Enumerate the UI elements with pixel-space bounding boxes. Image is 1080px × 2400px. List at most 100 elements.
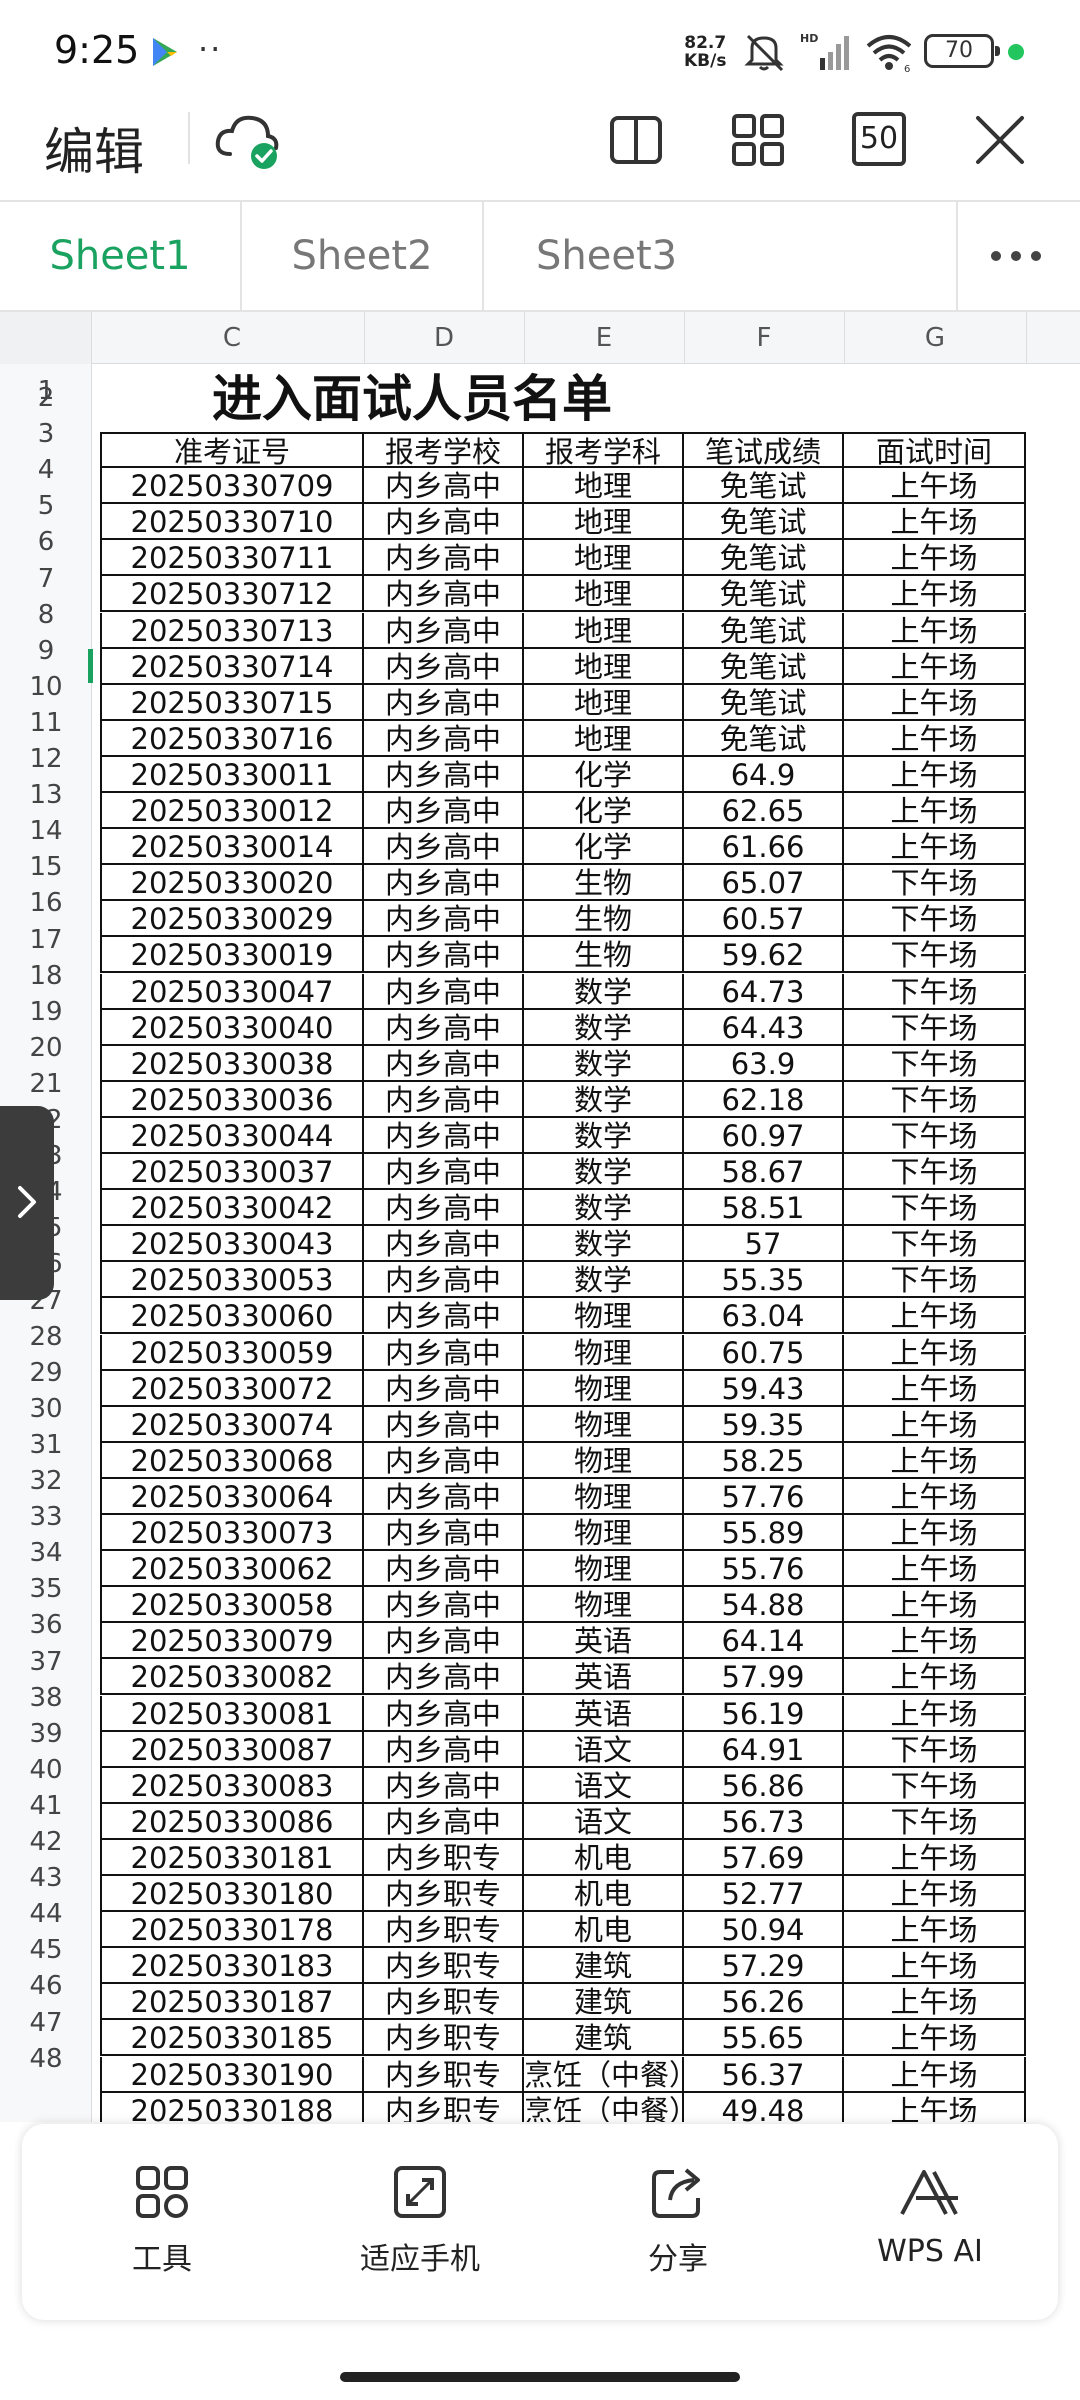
table-cell[interactable]: 52.77 xyxy=(684,1876,844,1912)
table-cell[interactable]: 语文 xyxy=(524,1803,684,1840)
row-header[interactable]: 33 xyxy=(0,1499,92,1535)
table-cell[interactable]: 下午场 xyxy=(844,973,1026,1010)
tab-sheet2[interactable]: Sheet2 xyxy=(242,202,482,310)
table-cell[interactable]: 上午场 xyxy=(844,648,1026,685)
table-cell[interactable]: 物理 xyxy=(524,1334,684,1371)
table-cell[interactable]: 英语 xyxy=(524,1695,684,1732)
table-cell[interactable]: 地理 xyxy=(524,468,684,505)
row-header[interactable]: 39 xyxy=(0,1716,92,1752)
row-header[interactable]: 20 xyxy=(0,1030,92,1066)
table-cell[interactable]: 物理 xyxy=(524,1587,684,1624)
table-cell[interactable]: 免笔试 xyxy=(684,468,844,505)
table-cell[interactable]: 建筑 xyxy=(524,1984,684,2021)
table-cell[interactable]: 内乡高中 xyxy=(364,1262,524,1299)
table-cell[interactable]: 上午场 xyxy=(844,1948,1026,1985)
table-cell[interactable]: 20250330715 xyxy=(100,684,364,721)
table-cell[interactable]: 54.88 xyxy=(684,1587,844,1624)
table-cell[interactable]: 61.66 xyxy=(684,829,844,866)
table-cell[interactable]: 物理 xyxy=(524,1370,684,1407)
spreadsheet-grid[interactable]: C D E F G 1 2 3 4 5 6 7 8 9 10 11 12 13 14 15 16 17 18 19… xyxy=(0,312,1080,2122)
table-cell[interactable]: 内乡高中 xyxy=(364,1370,524,1407)
table-cell[interactable]: 下午场 xyxy=(844,937,1026,974)
table-cell[interactable]: 20250330014 xyxy=(100,829,364,866)
row-header[interactable]: 41 xyxy=(0,1788,92,1824)
table-cell[interactable]: 内乡高中 xyxy=(364,865,524,902)
table-cell[interactable]: 上午场 xyxy=(844,829,1026,866)
row-header[interactable]: 32 xyxy=(0,1463,92,1499)
row-header[interactable]: 46 xyxy=(0,1968,92,2004)
row-header[interactable]: 34 xyxy=(0,1535,92,1571)
table-cell[interactable]: 62.18 xyxy=(684,1081,844,1118)
table-cell[interactable]: 数学 xyxy=(524,1009,684,1046)
table-cell[interactable]: 59.43 xyxy=(684,1370,844,1407)
table-cell[interactable]: 20250330183 xyxy=(100,1948,364,1985)
row-header[interactable]: 30 xyxy=(0,1391,92,1427)
table-cell[interactable]: 地理 xyxy=(524,684,684,721)
row-header[interactable]: 15 xyxy=(0,849,92,885)
table-cell[interactable]: 物理 xyxy=(524,1478,684,1515)
table-cell[interactable]: 下午场 xyxy=(844,1045,1026,1082)
table-cell[interactable]: 55.76 xyxy=(684,1551,844,1588)
table-cell[interactable]: 20250330714 xyxy=(100,648,364,685)
table-cell[interactable]: 20250330712 xyxy=(100,576,364,613)
table-cell[interactable]: 下午场 xyxy=(844,1190,1026,1227)
table-cell[interactable]: 59.62 xyxy=(684,937,844,974)
table-cell[interactable]: 化学 xyxy=(524,829,684,866)
table-cell[interactable]: 免笔试 xyxy=(684,648,844,685)
split-view-icon[interactable] xyxy=(608,112,664,168)
table-cell[interactable]: 免笔试 xyxy=(684,576,844,613)
table-cell[interactable]: 上午场 xyxy=(844,1876,1026,1912)
table-cell[interactable]: 内乡高中 xyxy=(364,1803,524,1840)
home-indicator[interactable] xyxy=(340,2372,740,2382)
table-cell[interactable]: 20250330086 xyxy=(100,1803,364,1840)
table-cell[interactable]: 64.14 xyxy=(684,1623,844,1660)
table-cell[interactable]: 20250330053 xyxy=(100,1262,364,1299)
table-cell[interactable]: 下午场 xyxy=(844,1117,1026,1154)
close-icon[interactable] xyxy=(972,112,1028,168)
table-cell[interactable]: 内乡高中 xyxy=(364,973,524,1010)
row-header[interactable]: 38 xyxy=(0,1680,92,1716)
table-cell[interactable]: 20250330011 xyxy=(100,756,364,793)
table-cell[interactable]: 20250330062 xyxy=(100,1551,364,1588)
table-cell[interactable]: 上午场 xyxy=(844,1984,1026,2021)
row-header[interactable]: 47 xyxy=(0,2005,92,2041)
zoom-button[interactable]: 50 xyxy=(852,112,906,166)
table-cell[interactable]: 20250330038 xyxy=(100,1045,364,1082)
header-cell[interactable]: 报考学科 xyxy=(524,432,684,468)
table-cell[interactable]: 内乡高中 xyxy=(364,1117,524,1154)
table-cell[interactable]: 物理 xyxy=(524,1515,684,1551)
table-cell[interactable]: 内乡高中 xyxy=(364,1623,524,1660)
table-cell[interactable]: 数学 xyxy=(524,1262,684,1299)
column-header-d[interactable]: D xyxy=(364,312,524,364)
row-header[interactable]: 6 xyxy=(0,524,92,560)
table-cell[interactable]: 内乡高中 xyxy=(364,1695,524,1732)
table-cell[interactable]: 烹饪（中餐） xyxy=(524,2056,684,2093)
table-cell[interactable]: 内乡职专 xyxy=(364,2056,524,2093)
table-cell[interactable]: 20250330019 xyxy=(100,937,364,974)
table-cell[interactable]: 上午场 xyxy=(844,1515,1026,1551)
table-cell[interactable]: 内乡职专 xyxy=(364,1984,524,2021)
row-header[interactable]: 18 xyxy=(0,958,92,994)
table-cell[interactable]: 物理 xyxy=(524,1442,684,1479)
header-cell[interactable]: 笔试成绩 xyxy=(684,432,844,468)
table-cell[interactable]: 56.73 xyxy=(684,1803,844,1840)
table-cell[interactable]: 20250330037 xyxy=(100,1154,364,1190)
row-header[interactable]: 44 xyxy=(0,1896,92,1932)
row-header[interactable]: 28 xyxy=(0,1319,92,1355)
table-cell[interactable]: 内乡高中 xyxy=(364,504,524,541)
table-cell[interactable]: 上午场 xyxy=(844,793,1026,829)
table-cell[interactable]: 内乡高中 xyxy=(364,684,524,721)
table-cell[interactable]: 内乡高中 xyxy=(364,1767,524,1804)
table-cell[interactable]: 内乡高中 xyxy=(364,540,524,577)
column-header-e[interactable]: E xyxy=(524,312,684,364)
table-cell[interactable]: 地理 xyxy=(524,504,684,541)
table-cell[interactable]: 语文 xyxy=(524,1767,684,1804)
table-cell[interactable]: 20250330190 xyxy=(100,2056,364,2093)
row-header[interactable]: 48 xyxy=(0,2041,92,2077)
table-cell[interactable]: 免笔试 xyxy=(684,612,844,649)
table-cell[interactable]: 上午场 xyxy=(844,2092,1026,2122)
table-cell[interactable]: 上午场 xyxy=(844,1370,1026,1407)
table-cell[interactable]: 60.57 xyxy=(684,901,844,938)
table-cell[interactable]: 20250330020 xyxy=(100,865,364,902)
table-cell[interactable]: 20250330044 xyxy=(100,1117,364,1154)
